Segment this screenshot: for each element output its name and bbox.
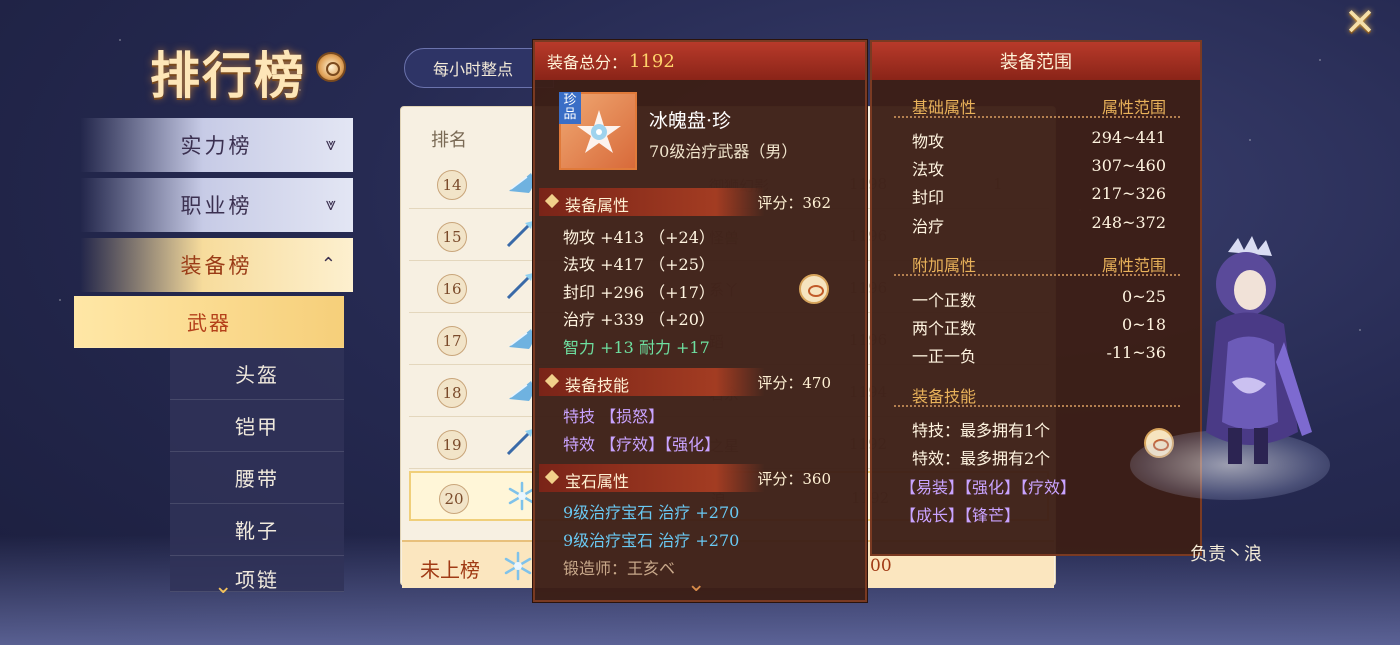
extra-attr-name: 一正一负 [912, 347, 977, 366]
category-sidebar: 实力榜 ⩔ 职业榜 ⩔ 装备榜 ⌃ [40, 118, 360, 298]
smith-line: 锻造师：王亥ベ [563, 559, 676, 578]
item-icon: 珍品 [559, 92, 637, 170]
base-attr-name: 物攻 [912, 132, 945, 151]
snowflake-disc-icon [577, 110, 621, 153]
section-title: 装备技能 [565, 376, 630, 395]
bonus-attr-line: 智力 +13 耐力 +17 [563, 338, 710, 357]
extra-attr-range: 0~25 [1122, 287, 1166, 306]
fan-weapon-icon [509, 173, 534, 193]
scroll-down-icon[interactable]: ⌄ [214, 574, 232, 599]
unranked-score: 00 [870, 556, 892, 576]
attr-line: 物攻 +413 （+24） [563, 228, 715, 247]
category-label: 实力榜 [180, 134, 253, 158]
category-profession[interactable]: 职业榜 ⩔ [80, 178, 353, 232]
base-attr-range: 307~460 [1091, 156, 1166, 175]
skill-tags: 【成长】【锋芒】 [900, 506, 1021, 525]
diamond-icon [544, 193, 560, 209]
range-header: 属性范围 [1101, 256, 1166, 275]
close-button[interactable]: ✕ [1338, 0, 1382, 44]
section-equip-skill: 装备技能 评分：470 [539, 368, 861, 396]
section-equip-attr: 装备属性 评分：362 [539, 188, 861, 216]
attr-line: 封印 +296 （+17） [563, 283, 715, 302]
section-title: 宝石属性 [565, 472, 630, 491]
chevron-down-icon: ⩔ [325, 194, 339, 215]
base-attr-header: 基础属性 [912, 98, 977, 117]
extra-attr-range: -11~36 [1106, 343, 1166, 362]
eye-icon[interactable] [799, 274, 829, 304]
base-attr-name: 治疗 [912, 217, 945, 236]
skill-header: 装备技能 [912, 387, 977, 406]
rank-badge: 19 [437, 430, 467, 460]
section-rating: 评分：470 [757, 374, 831, 392]
skill-line: 特效 【疗效】【强化】 [563, 435, 721, 454]
equipment-tooltip: 装备总分： 1192 珍品 冰魄盘·珍 70级治疗武器（男） 装备属性 评分：3… [533, 40, 867, 602]
spear-weapon-icon [506, 429, 533, 456]
chevron-down-icon: ⩔ [325, 134, 339, 155]
character-owner-name: 负责丶浪 [1190, 544, 1262, 565]
extra-attr-name: 两个正数 [912, 319, 977, 338]
rank-badge: 17 [437, 326, 467, 356]
weapon-snowflake-icon [504, 551, 532, 581]
rank-badge: 18 [437, 378, 467, 408]
subcategory-necklace[interactable]: 项链 [170, 556, 344, 592]
base-attr-range: 217~326 [1091, 184, 1166, 203]
extra-attr-range: 0~18 [1122, 315, 1166, 334]
extra-attr-name: 一个正数 [912, 291, 977, 310]
spear-weapon-icon [506, 273, 533, 300]
subcategory-belt[interactable]: 腰带 [170, 452, 344, 504]
rank-badge: 15 [437, 222, 467, 252]
skill-limit-line: 特技：最多拥有1个 [912, 421, 1051, 440]
gem-line: 9级治疗宝石 治疗 +270 [563, 503, 740, 522]
dotted-divider [894, 116, 1180, 118]
skill-tags: 【易装】【强化】【疗效】 [900, 478, 1077, 497]
subcategory-boots[interactable]: 靴子 [170, 504, 344, 556]
total-score-label: 装备总分： [547, 53, 628, 72]
item-level-type: 70级治疗武器（男） [649, 142, 798, 161]
unranked-label: 未上榜 [420, 558, 480, 582]
range-header: 属性范围 [1101, 98, 1166, 117]
base-attr-range: 294~441 [1091, 128, 1166, 147]
total-score-value: 1192 [629, 50, 675, 72]
section-rating: 评分：362 [757, 194, 831, 212]
rank-badge: 20 [439, 484, 469, 514]
extra-attr-header: 附加属性 [912, 256, 977, 275]
subcategory-armor[interactable]: 铠甲 [170, 400, 344, 452]
fan-weapon-icon [509, 381, 534, 401]
dotted-divider [894, 405, 1180, 407]
diamond-icon [544, 469, 560, 485]
section-gem-attr: 宝石属性 评分：360 [539, 464, 861, 492]
tooltip-scroll-down-icon[interactable]: ⌄ [687, 572, 705, 597]
category-label: 职业榜 [180, 194, 253, 218]
rules-icon[interactable] [316, 52, 346, 82]
base-attr-name: 封印 [912, 188, 945, 207]
section-rating: 评分：360 [757, 470, 831, 488]
spear-weapon-icon [506, 221, 533, 248]
refresh-info-pill: 每小时整点 [404, 48, 554, 88]
diamond-icon [544, 373, 560, 389]
subcategory-helmet[interactable]: 头盔 [170, 348, 344, 400]
category-label: 装备榜 [180, 254, 253, 278]
skill-line: 特技 【损怒】 [563, 407, 665, 426]
equipment-subcategory-list: 武器 头盔 铠甲 腰带 靴子 项链 [40, 296, 344, 592]
attr-line: 治疗 +339 （+20） [563, 310, 715, 329]
chevron-up-icon: ⌃ [320, 254, 339, 275]
category-equipment[interactable]: 装备榜 ⌃ [80, 238, 353, 292]
subcategory-weapon[interactable]: 武器 [74, 296, 344, 348]
fan-weapon-icon [509, 329, 534, 349]
category-strength[interactable]: 实力榜 ⩔ [80, 118, 353, 172]
tooltip-header: 装备总分： 1192 [535, 42, 865, 80]
attr-line: 法攻 +417 （+25） [563, 255, 715, 274]
section-title: 装备属性 [565, 196, 630, 215]
rank-badge: 16 [437, 274, 467, 304]
base-attr-name: 法攻 [912, 160, 945, 179]
range-title: 装备范围 [872, 42, 1200, 80]
rank-badge: 14 [437, 170, 467, 200]
gem-line: 9级治疗宝石 治疗 +270 [563, 531, 740, 550]
page-title: 排行榜 [150, 46, 306, 105]
skill-limit-line: 特效：最多拥有2个 [912, 449, 1051, 468]
dotted-divider [894, 274, 1180, 276]
item-name: 冰魄盘·珍 [649, 110, 732, 132]
base-attr-range: 248~372 [1091, 213, 1166, 232]
character-model[interactable] [1188, 232, 1314, 472]
